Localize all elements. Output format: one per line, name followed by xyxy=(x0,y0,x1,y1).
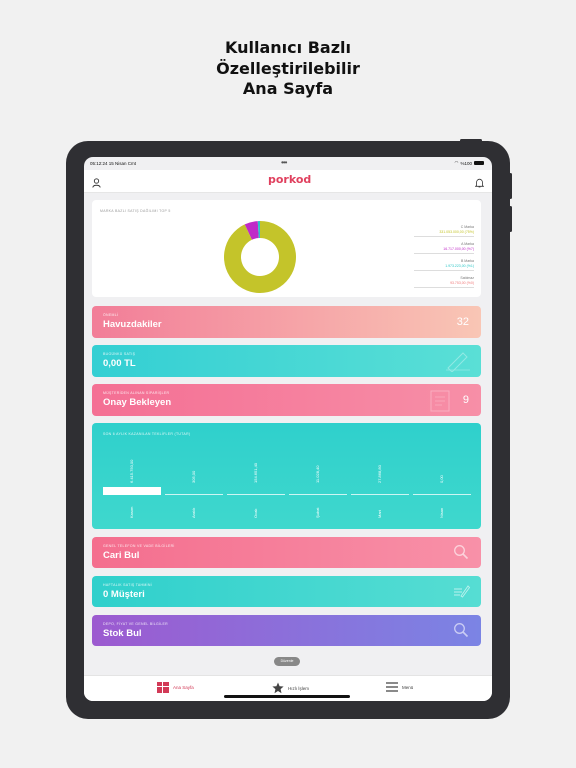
approval-card-caption: MÜŞTERİDEN ALINAN SİPARİŞLER xyxy=(103,391,170,395)
brand-chart-title: MARKA BAZLI SATIŞ DAĞILIMI TOP 5 xyxy=(100,209,171,213)
legend-value: 1.973.223,00 (%1) xyxy=(445,263,474,268)
status-time: 05:12:24 15 Nisan Cmt xyxy=(90,161,137,166)
weekly-card-title: 0 Müşteri xyxy=(103,589,145,600)
cari-card-caption: GENEL TELEFON VE VADE BİLGİLERİ xyxy=(103,544,175,548)
find-customer-card[interactable]: GENEL TELEFON VE VADE BİLGİLERİ Cari Bul xyxy=(92,537,481,568)
brand-sales-card[interactable]: MARKA BAZLI SATIŞ DAĞILIMI TOP 5 C Marka… xyxy=(92,200,481,297)
monthly-chart-title: SON 6 AYLIK KAZANILAN TEKLİFLER (TUTAR) xyxy=(103,432,191,436)
multitask-dots-icon[interactable]: ••• xyxy=(281,158,287,167)
weekly-card-caption: HAFTALIK SATIŞ TAHMİNİ xyxy=(103,583,152,587)
stock-card-title: Stok Bul xyxy=(103,628,142,639)
legend-item: C Marka 331.053.000,00 (75%) xyxy=(414,225,474,237)
bar-value-label: 27.868,80 xyxy=(377,465,382,483)
bar-category-label: Mart xyxy=(377,510,382,518)
pen-icon xyxy=(446,352,470,372)
today-sales-card[interactable]: BUGÜNKÜ SATIŞ 0,00 TL xyxy=(92,345,481,377)
legend-item: Satılmaz 93.753,00 (%0) xyxy=(414,276,474,288)
bar-value-label: 305,00 xyxy=(191,470,196,483)
tab-quick-action[interactable]: Hızlı İşlem xyxy=(272,682,309,694)
pool-count: 32 xyxy=(456,316,469,328)
bar-baseline xyxy=(351,494,409,495)
monthly-offers-card[interactable]: SON 6 AYLIK KAZANILAN TEKLİFLER (TUTAR) … xyxy=(92,423,481,529)
approval-card-title: Onay Bekleyen xyxy=(103,397,172,408)
home-grid-icon xyxy=(157,682,169,693)
bar-value-label: 0,00 xyxy=(439,475,444,483)
donut-slice xyxy=(224,221,296,293)
approval-count: 9 xyxy=(462,394,469,406)
today-card-title: 0,00 TL xyxy=(103,358,136,369)
bar-category-label: Aralık xyxy=(191,507,196,518)
legend-item: A Marka 16.717.000,00 (%7) xyxy=(414,242,474,254)
bar-baseline xyxy=(289,494,347,495)
bar-value-label: 11.028,40 xyxy=(315,465,320,484)
bar-category-label: Nisan xyxy=(439,507,444,518)
legend-divider xyxy=(414,286,474,288)
cari-card-title: Cari Bul xyxy=(103,550,140,561)
user-icon[interactable] xyxy=(92,175,101,193)
today-card-caption: BUGÜNKÜ SATIŞ xyxy=(103,352,136,356)
approval-card[interactable]: MÜŞTERİDEN ALINAN SİPARİŞLER Onay Bekley… xyxy=(92,384,481,416)
headline: Kullanıcı Bazlı Özelleştirilebilir Ana S… xyxy=(0,38,576,100)
find-stock-card[interactable]: DEPO, FİYAT VE GENEL BİLGİLER Stok Bul xyxy=(92,615,481,646)
legend-value: 93.753,00 (%0) xyxy=(450,280,474,285)
legend-value: 331.053.000,00 (75%) xyxy=(439,229,474,234)
tab-menu-label: Menü xyxy=(402,684,414,690)
edit-pill-button[interactable]: Düzenle xyxy=(274,657,300,666)
headline-line-3: Ana Sayfa xyxy=(242,79,334,98)
home-indicator xyxy=(224,695,350,698)
bell-icon[interactable] xyxy=(474,175,485,193)
wifi-icon: ◠ xyxy=(454,160,459,165)
pool-card-title: Havuzdakiler xyxy=(103,319,162,330)
bar-value-label: 6.415.750,00 xyxy=(129,459,134,483)
bar xyxy=(103,487,161,495)
tab-quick-action-label: Hızlı İşlem xyxy=(288,685,310,691)
pool-card-caption: ÖNEMLİ xyxy=(103,313,119,317)
search-icon xyxy=(454,545,469,560)
status-right: ◠ %100 xyxy=(455,160,484,166)
star-icon xyxy=(272,682,284,694)
bar-category-label: Ocak xyxy=(253,508,258,518)
tab-menu[interactable]: Menü xyxy=(386,682,413,692)
legend-value: 16.717.000,00 (%7) xyxy=(443,246,474,251)
brand-donut-chart xyxy=(224,221,296,293)
bar-baseline xyxy=(413,494,471,495)
stock-card-caption: DEPO, FİYAT VE GENEL BİLGİLER xyxy=(103,622,168,626)
bar-value-label: 154.651,40 xyxy=(253,462,258,483)
battery-icon xyxy=(474,160,484,166)
menu-icon xyxy=(386,682,398,692)
tab-home[interactable]: Ana Sayfa xyxy=(157,682,194,693)
legend-divider xyxy=(414,235,474,237)
headline-line-1: Kullanıcı Bazlı xyxy=(225,38,351,57)
weekly-forecast-card[interactable]: HAFTALIK SATIŞ TAHMİNİ 0 Müşteri xyxy=(92,576,481,607)
bar-category-label: Kasım xyxy=(129,506,134,518)
battery-label: %100 xyxy=(460,160,472,166)
bar-baseline xyxy=(165,494,223,495)
bar-baseline xyxy=(227,494,285,495)
app-bar: porkod xyxy=(84,170,492,193)
clipboard-icon xyxy=(430,390,450,412)
headline-line-2: Özelleştirilebilir xyxy=(216,58,360,78)
search-icon xyxy=(454,623,469,638)
pool-card[interactable]: ÖNEMLİ Havuzdakiler 32 xyxy=(92,306,481,338)
status-bar: 05:12:24 15 Nisan Cmt ••• ◠ %100 xyxy=(84,157,492,170)
legend-divider xyxy=(414,252,474,254)
edit-note-icon xyxy=(454,585,470,598)
bar-category-label: Şubat xyxy=(315,507,320,518)
tab-home-label: Ana Sayfa xyxy=(173,685,194,690)
legend-divider xyxy=(414,269,474,271)
app-logo: porkod xyxy=(268,173,312,186)
screen: 05:12:24 15 Nisan Cmt ••• ◠ %100 porkod … xyxy=(84,157,492,701)
legend-item: B Marka 1.973.223,00 (%1) xyxy=(414,259,474,271)
